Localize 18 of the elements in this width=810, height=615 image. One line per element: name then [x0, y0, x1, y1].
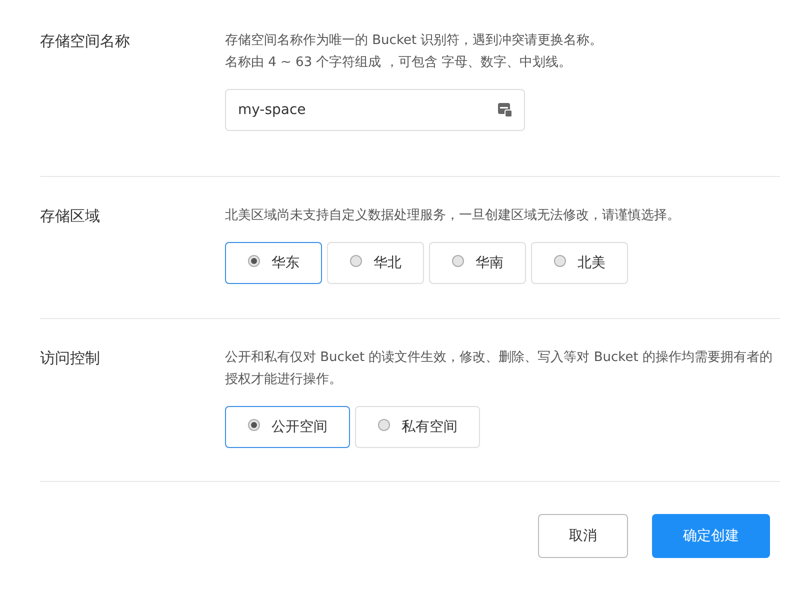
- keyboard-badge-icon: [497, 102, 513, 118]
- radio-option[interactable]: 私有空间: [355, 406, 480, 448]
- radio-option[interactable]: 华北: [327, 242, 424, 284]
- radio-option[interactable]: 公开空间: [225, 406, 350, 448]
- description-text: 存储空间名称作为唯一的 Bucket 识别符，遇到冲突请更换名称。: [225, 32, 604, 50]
- field-label: 访问控制: [40, 348, 101, 369]
- radio-option[interactable]: 华南: [429, 242, 526, 284]
- radio-circle-icon: [248, 255, 260, 267]
- description-text: 名称由 4 ~ 63 个字符组成 ，可包含 字母、数字、中划线。: [225, 54, 572, 72]
- field-label: 存储区域: [40, 206, 101, 227]
- radio-circle-icon: [248, 419, 260, 431]
- field-label: 存储空间名称: [40, 31, 131, 52]
- cancel-button[interactable]: 取消: [538, 514, 628, 558]
- description-text: 公开和私有仅对 Bucket 的读文件生效，修改、删除、写入等对 Bucket 的操作均需要拥有者的授权才能进行操作。: [225, 349, 774, 389]
- radio-option[interactable]: 华东: [225, 242, 322, 284]
- name-input[interactable]: my-space: [225, 89, 525, 131]
- radio-option[interactable]: 北美: [531, 242, 628, 284]
- description-text: 北美区域尚未支持自定义数据处理服务，一旦创建区域无法修改，请谨慎选择。: [225, 207, 681, 225]
